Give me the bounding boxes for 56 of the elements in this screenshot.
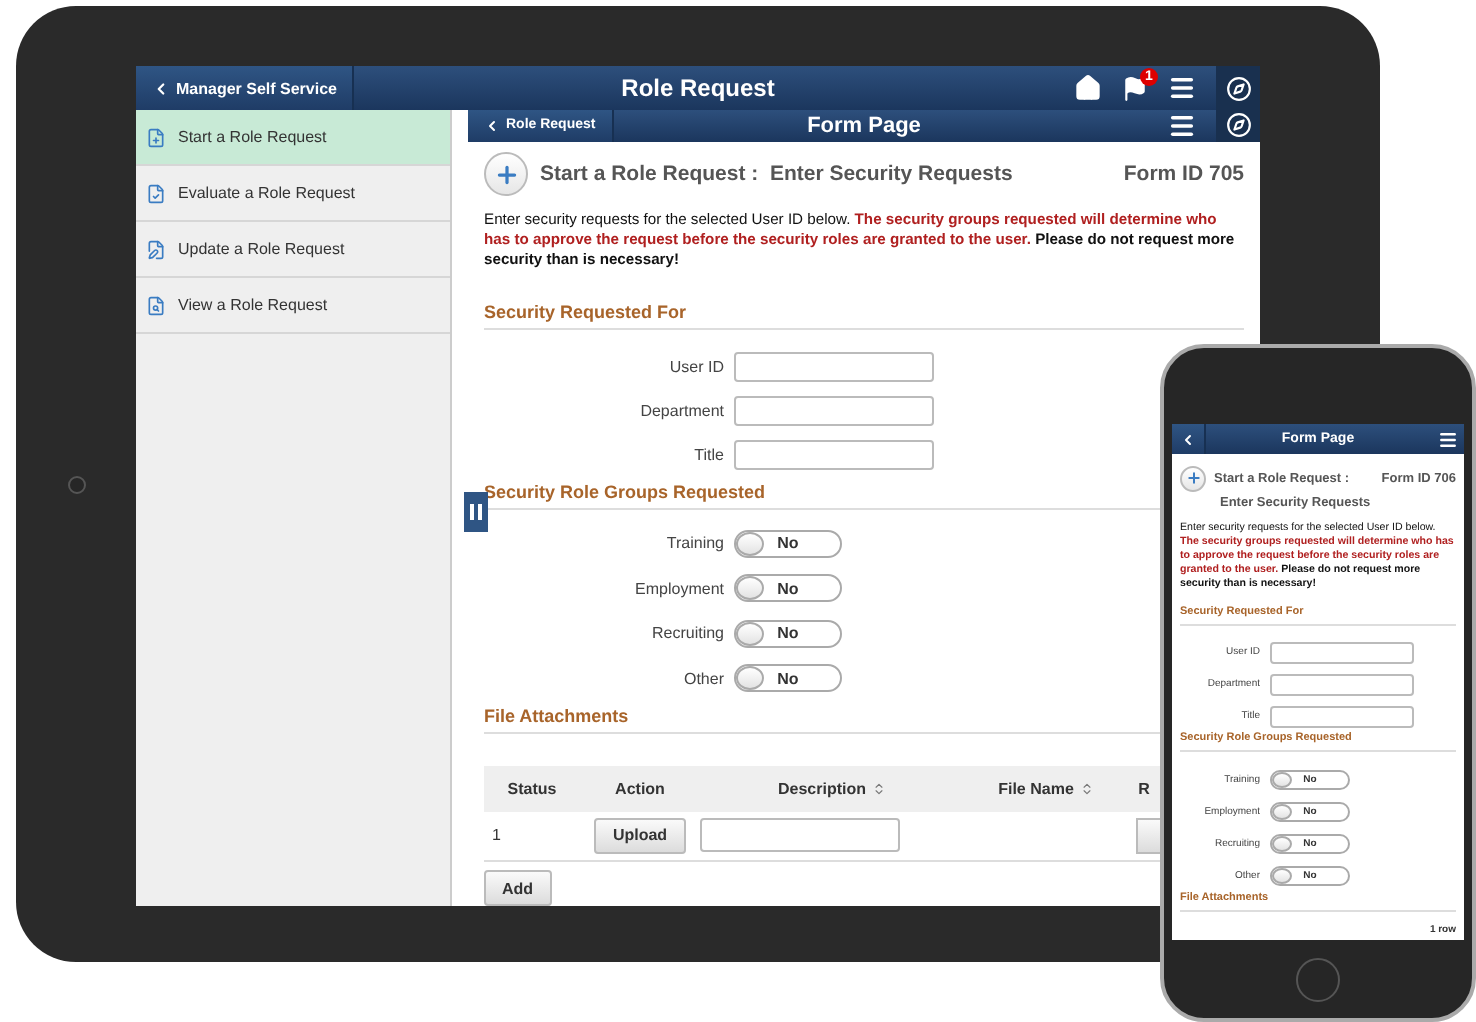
- home-icon[interactable]: [1074, 74, 1102, 102]
- input-field[interactable]: [1270, 673, 1414, 696]
- field-label: Department: [638, 402, 724, 420]
- chevron-left-icon: [1180, 431, 1196, 447]
- add-icon[interactable]: [1180, 465, 1206, 491]
- compass-icon[interactable]: [1225, 75, 1251, 101]
- input-field[interactable]: [734, 352, 934, 382]
- toggle-label: Employment: [633, 579, 724, 598]
- toggle-label: Recruiting: [649, 624, 724, 643]
- input-field[interactable]: [734, 440, 934, 470]
- sidebar-item[interactable]: Start a Role Request: [136, 110, 450, 166]
- add-icon[interactable]: [484, 152, 528, 197]
- input-field[interactable]: [1270, 705, 1414, 728]
- flag-icon[interactable]: [1122, 75, 1148, 101]
- menu-icon[interactable]: [1168, 111, 1196, 140]
- toggle-switch[interactable]: No: [734, 574, 842, 603]
- field-label: User ID: [667, 358, 724, 376]
- column-header[interactable]: R: [1128, 779, 1160, 797]
- back-button[interactable]: Manager Self Service: [136, 66, 355, 110]
- row-button[interactable]: [1136, 817, 1160, 853]
- column-header[interactable]: Action: [580, 779, 700, 797]
- description-field[interactable]: [700, 818, 900, 852]
- form-heading: Start a Role Request : Enter Security Requests: [540, 162, 1013, 187]
- page-title: Role Request: [621, 74, 775, 102]
- form-title: Form Page: [807, 113, 921, 138]
- menu-icon[interactable]: [1438, 429, 1458, 449]
- section-title: Security Requested For: [484, 301, 1244, 329]
- form-id: Form ID 705: [1123, 162, 1244, 187]
- toggle-switch[interactable]: No: [734, 664, 842, 693]
- document-icon: [146, 295, 166, 315]
- compass-icon[interactable]: [1225, 112, 1251, 139]
- menu-icon[interactable]: [1168, 74, 1196, 102]
- sort-icon[interactable]: [1079, 781, 1094, 795]
- input-field[interactable]: [734, 396, 934, 426]
- field-label: Title: [692, 446, 724, 464]
- table-cell-text: 1: [490, 826, 503, 844]
- document-icon: [146, 127, 166, 147]
- home-button[interactable]: [1296, 957, 1340, 1001]
- toggle-switch[interactable]: No: [734, 619, 842, 648]
- toggle-label: Other: [681, 669, 724, 688]
- collapse-handle[interactable]: [464, 492, 488, 532]
- chevron-left-icon: [484, 117, 500, 134]
- toggle-switch[interactable]: No: [734, 529, 842, 558]
- home-button[interactable]: [67, 475, 85, 493]
- input-field[interactable]: [1270, 641, 1414, 664]
- column-header[interactable]: File Name: [964, 779, 1128, 797]
- chevron-left-icon: [152, 79, 170, 97]
- add-button[interactable]: Add: [484, 870, 552, 906]
- document-icon: [146, 239, 166, 259]
- column-header[interactable]: Description: [700, 779, 964, 797]
- toggle-label: Training: [664, 534, 724, 553]
- document-icon: [146, 183, 166, 203]
- sort-icon[interactable]: [872, 781, 886, 795]
- back-button[interactable]: [1172, 424, 1206, 454]
- upload-button[interactable]: Upload: [594, 817, 686, 853]
- column-header[interactable]: Status: [484, 779, 580, 797]
